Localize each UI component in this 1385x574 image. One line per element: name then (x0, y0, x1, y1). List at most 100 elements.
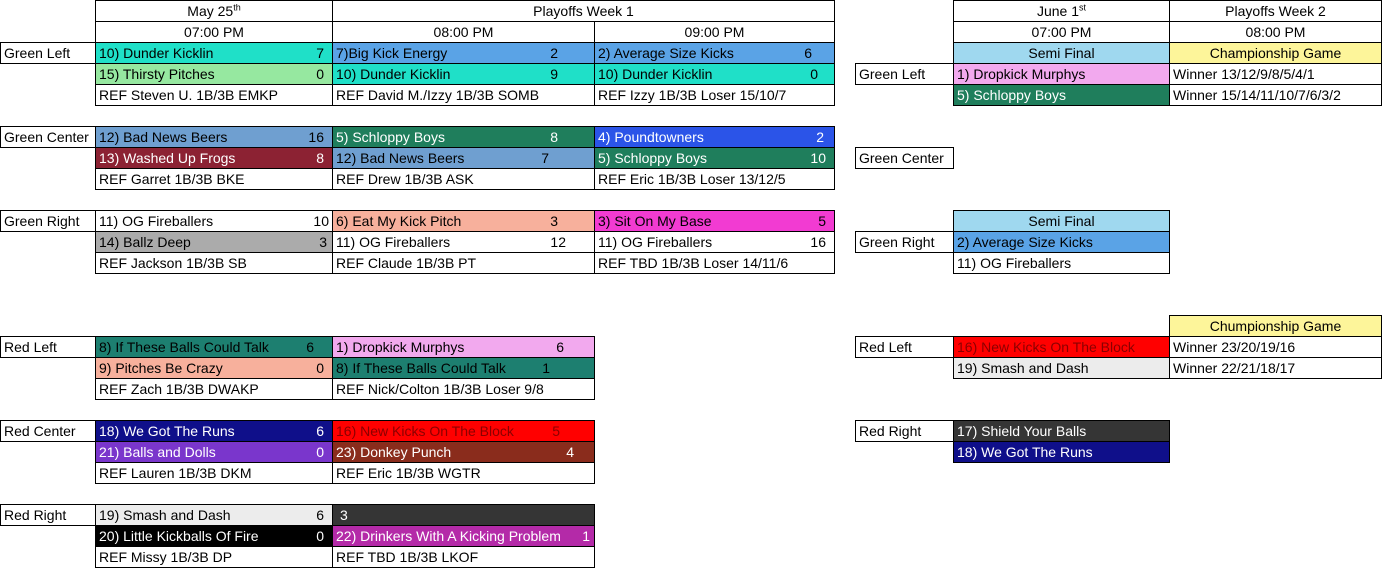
team-cell: 8) If These Balls Could Talk 1 (332, 357, 595, 379)
week2-time-2: 08:00 PM (1169, 21, 1382, 43)
team-name: 10) Dunder Kicklin (99, 45, 214, 61)
team-score: 1 (582, 528, 590, 544)
team-score: 2 (816, 129, 824, 145)
team-cell: 1) Dropkick Murphys (953, 63, 1170, 85)
team-name: 3) Sit On My Base (598, 213, 712, 229)
team-cell: 3 (332, 504, 595, 526)
week1-time-2: 08:00 PM (332, 21, 595, 43)
team-score: 4 (566, 444, 574, 460)
ref-cell: REF TBD 1B/3B LKOF (332, 546, 595, 568)
week1-title: Playoffs Week 1 (332, 0, 835, 22)
team-cell: 3) Sit On My Base 5 (594, 210, 835, 232)
semi-final-header: Semi Final (953, 42, 1170, 64)
field-label-green-left: Green Left (0, 42, 96, 64)
week1-date: May 25th (95, 0, 333, 22)
team-cell: 15) Thirsty Pitches 0 (95, 63, 333, 85)
team-cell: 5) Schloppy Boys 10 (594, 147, 835, 169)
field-label-red-left: Red Left (0, 336, 96, 358)
team-name: 10) Dunder Kicklin (336, 66, 451, 82)
team-cell: 10) Dunder Kicklin 7 (95, 42, 333, 64)
ref-cell: REF Missy 1B/3B DP (95, 546, 333, 568)
team-score: 7 (541, 150, 549, 166)
team-cell: 13) Washed Up Frogs 8 (95, 147, 333, 169)
team-score: 10 (313, 213, 329, 229)
team-name: 3 (340, 507, 348, 523)
team-score: 16 (810, 234, 826, 250)
winner-cell: Winner 13/12/9/8/5/4/1 (1169, 63, 1382, 85)
team-cell: 11) OG Fireballers 12 (332, 231, 595, 253)
field-label-green-right: Green Right (0, 210, 96, 232)
week1-time-1: 07:00 PM (95, 21, 333, 43)
team-name: 22) Drinkers With A Kicking Problem (336, 528, 561, 544)
team-name: 15) Thirsty Pitches (99, 66, 215, 82)
team-cell: 19) Smash and Dash (953, 357, 1170, 379)
team-name: 13) Washed Up Frogs (99, 150, 236, 166)
week2-date: June 1st (953, 0, 1170, 22)
team-name: 2) Average Size Kicks (598, 45, 734, 61)
ref-cell: REF Lauren 1B/3B DKM (95, 462, 333, 484)
ref-cell: REF TBD 1B/3B Loser 14/11/6 (594, 252, 835, 274)
semi-final-header-2: Semi Final (953, 210, 1170, 232)
team-name: 6) Eat My Kick Pitch (336, 213, 462, 229)
team-score: 0 (810, 66, 818, 82)
team-name: 11) OG Fireballers (336, 234, 451, 250)
team-cell: 17) Shield Your Balls (953, 420, 1170, 442)
team-cell: 7)Big Kick Energy 2 (332, 42, 595, 64)
ref-cell: REF Garret 1B/3B BKE (95, 168, 333, 190)
team-cell: 21) Balls and Dolls 0 (95, 441, 333, 463)
team-cell: 14) Ballz Deep 3 (95, 231, 333, 253)
team-cell: 19) Smash and Dash 6 (95, 504, 333, 526)
team-cell: 8) If These Balls Could Talk 6 (95, 336, 333, 358)
team-score: 0 (316, 528, 324, 544)
team-cell: 23) Donkey Punch 4 (332, 441, 595, 463)
week1-date-sup: th (233, 2, 241, 13)
week2-date-text: June 1 (1036, 3, 1080, 19)
team-score: 6 (556, 339, 564, 355)
team-cell: 22) Drinkers With A Kicking Problem 1 (332, 525, 595, 547)
team-name: 9) Pitches Be Crazy (99, 360, 223, 376)
field-label-red-center: Red Center (0, 420, 96, 442)
team-cell: 11) OG Fireballers 10 (95, 210, 333, 232)
team-name: 19) Smash and Dash (99, 507, 231, 523)
team-score: 6 (804, 45, 812, 61)
w2-field-label-green-right: Green Right (855, 231, 954, 253)
team-score: 0 (316, 66, 324, 82)
week1-time-3: 09:00 PM (594, 21, 835, 43)
team-cell: 12) Bad News Beers 16 (95, 126, 333, 148)
ref-cell: REF David M./Izzy 1B/3B SOMB (332, 84, 595, 106)
week2-time-1: 07:00 PM (953, 21, 1170, 43)
team-score: 5 (552, 423, 560, 439)
team-name: 8) If These Balls Could Talk (336, 360, 506, 376)
team-name: 21) Balls and Dolls (99, 444, 216, 460)
team-cell: 11) OG Fireballers 16 (594, 231, 835, 253)
team-cell: 2) Average Size Kicks (953, 231, 1170, 253)
team-name: 7)Big Kick Energy (336, 45, 448, 61)
team-score: 3 (550, 213, 558, 229)
team-name: 5) Schloppy Boys (598, 150, 707, 166)
winner-cell: Winner 23/20/19/16 (1169, 336, 1382, 358)
field-label-green-center: Green Center (0, 126, 96, 148)
team-score: 8 (550, 129, 558, 145)
team-name: 18) We Got The Runs (99, 423, 235, 439)
ref-cell: REF Zach 1B/3B DWAKP (95, 378, 333, 400)
team-cell: 20) Little Kickballs Of Fire 0 (95, 525, 333, 547)
team-name: 4) Poundtowners (598, 129, 704, 145)
team-cell: 2) Average Size Kicks 6 (594, 42, 835, 64)
team-name: 12) Bad News Beers (336, 150, 465, 166)
team-score: 6 (316, 507, 324, 523)
team-cell: 10) Dunder Kicklin 9 (332, 63, 595, 85)
team-score: 6 (316, 423, 324, 439)
ref-cell: REF Drew 1B/3B ASK (332, 168, 595, 190)
team-cell: 10) Dunder Kicklin 0 (594, 63, 835, 85)
team-score: 7 (316, 45, 324, 61)
team-score: 6 (306, 339, 314, 355)
team-cell: 16) New Kicks On The Block (953, 336, 1170, 358)
winner-cell: Winner 22/21/18/17 (1169, 357, 1382, 379)
team-name: 1) Dropkick Murphys (336, 339, 465, 355)
team-name: 5) Schloppy Boys (336, 129, 445, 145)
team-score: 12 (550, 234, 566, 250)
team-cell: 5) Schloppy Boys 8 (332, 126, 595, 148)
team-cell: 18) We Got The Runs 6 (95, 420, 333, 442)
ref-cell: REF Eric 1B/3B WGTR (332, 462, 595, 484)
team-score: 16 (308, 129, 324, 145)
